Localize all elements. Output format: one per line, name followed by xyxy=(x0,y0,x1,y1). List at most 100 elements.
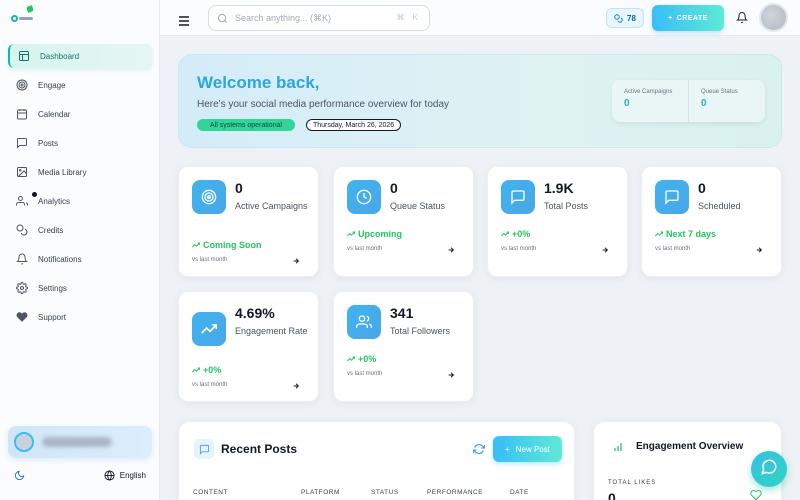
new-post-button[interactable]: + New Post xyxy=(493,436,562,462)
sidebar-item-dashboard[interactable]: Dashboard xyxy=(8,44,152,68)
globe-icon xyxy=(104,470,115,481)
stat-trend: Coming Soon xyxy=(192,240,262,250)
recent-posts-panel: Recent Posts + New Post CONTENT PLATFORM… xyxy=(178,421,575,500)
column-header-date[interactable]: DATE xyxy=(510,489,529,496)
stat-value: 0 xyxy=(698,180,706,196)
sidebar-item-calendar[interactable]: Calendar xyxy=(8,102,152,126)
trending-up-icon xyxy=(655,230,663,238)
arrow-right-icon[interactable] xyxy=(755,241,763,253)
menu-icon[interactable] xyxy=(178,13,190,26)
stat-card-scheduled[interactable]: 0 Scheduled Next 7 days vs last month xyxy=(641,166,782,277)
stat-trend-text: Next 7 days xyxy=(666,229,717,239)
stat-trend: +0% xyxy=(501,229,530,239)
search-input[interactable] xyxy=(235,13,385,23)
chat-bubble-icon xyxy=(760,458,778,481)
stat-card-total-followers[interactable]: 341 Total Followers +0% vs last month xyxy=(333,291,474,402)
mini-stats: Active Campaigns 0 Queue Status 0 xyxy=(612,80,765,122)
stat-compare: vs last month xyxy=(347,371,383,377)
bar-chart-icon xyxy=(612,440,624,452)
arrow-right-icon[interactable] xyxy=(292,377,300,389)
engagement-title: Engagement Overview xyxy=(636,441,744,452)
credits-badge[interactable]: 78 xyxy=(606,8,644,28)
stat-card-engagement-rate[interactable]: 4.69% Engagement Rate +0% vs last month xyxy=(178,291,319,402)
column-header-performance[interactable]: PERFORMANCE xyxy=(427,489,483,496)
sidebar-item-posts[interactable]: Posts xyxy=(8,131,152,155)
arrow-right-icon[interactable] xyxy=(447,366,455,378)
target-icon xyxy=(16,79,28,91)
column-header-content[interactable]: CONTENT xyxy=(193,489,228,496)
stat-trend: +0% xyxy=(347,354,376,364)
bell-icon xyxy=(16,253,28,265)
stat-label: Total Posts xyxy=(544,201,589,211)
trending-up-icon xyxy=(347,355,355,363)
sidebar-item-label: Posts xyxy=(38,138,59,148)
sidebar-item-analytics[interactable]: Analytics xyxy=(8,189,152,213)
sidebar-item-label: Support xyxy=(38,312,67,322)
sidebar-item-credits[interactable]: Credits xyxy=(8,218,152,242)
sidebar-item-support[interactable]: Support xyxy=(8,305,152,329)
coins-icon xyxy=(16,224,28,236)
stat-trend-text: +0% xyxy=(358,354,377,364)
sidebar-nav: Dashboard Engage Calendar Posts Media Li… xyxy=(8,44,152,334)
sidebar-item-settings[interactable]: Settings xyxy=(8,276,152,300)
target-icon xyxy=(192,180,226,214)
stat-card-active-campaigns[interactable]: 0 Active Campaigns Coming Soon vs last m… xyxy=(178,166,319,277)
trending-up-icon xyxy=(347,230,355,238)
sidebar-item-label: Dashboard xyxy=(40,51,80,61)
trending-up-icon xyxy=(192,312,226,346)
notification-dot xyxy=(32,192,37,197)
stat-card-queue-status[interactable]: 0 Queue Status Upcoming vs last month xyxy=(333,166,474,277)
search-shortcut: ⌘ K xyxy=(396,13,421,22)
arrow-right-icon[interactable] xyxy=(292,252,300,264)
stat-compare: vs last month xyxy=(501,246,537,252)
status-badge: All systems operational xyxy=(197,119,295,131)
app-logo[interactable] xyxy=(11,5,37,24)
stat-label: Total Followers xyxy=(390,326,451,336)
chat-button[interactable] xyxy=(751,451,787,487)
create-label: CREATE xyxy=(676,14,708,22)
stat-value: 0 xyxy=(235,180,243,196)
sidebar: Dashboard Engage Calendar Posts Media Li… xyxy=(0,0,160,500)
user-avatar[interactable] xyxy=(759,3,788,32)
sidebar-item-engage[interactable]: Engage xyxy=(8,73,152,97)
arrow-right-icon[interactable] xyxy=(447,241,455,253)
bell-icon[interactable] xyxy=(735,11,749,24)
language-selector[interactable]: English xyxy=(104,470,146,481)
mini-stat-label: Active Campaigns xyxy=(624,89,673,95)
total-likes-value: 0 xyxy=(608,490,616,500)
date-badge: Thursday, March 26, 2026 xyxy=(306,119,402,131)
plus-icon: + xyxy=(505,444,510,454)
search-icon xyxy=(217,13,228,24)
moon-icon[interactable] xyxy=(14,470,25,481)
create-button[interactable]: + CREATE xyxy=(652,5,724,31)
search-box: ⌘ K xyxy=(208,5,430,31)
sidebar-item-media-library[interactable]: Media Library xyxy=(8,160,152,184)
sidebar-item-notifications[interactable]: Notifications xyxy=(8,247,152,271)
sidebar-item-label: Calendar xyxy=(38,109,71,119)
column-header-status[interactable]: STATUS xyxy=(371,489,399,496)
message-square-icon xyxy=(194,439,214,459)
users-icon xyxy=(347,305,381,339)
recent-posts-title: Recent Posts xyxy=(221,442,298,456)
refresh-icon[interactable] xyxy=(472,442,486,455)
message-square-icon xyxy=(501,180,535,214)
stat-label: Active Campaigns xyxy=(235,201,308,211)
stat-label: Engagement Rate xyxy=(235,326,308,336)
message-square-icon xyxy=(655,180,689,214)
stat-label: Scheduled xyxy=(698,201,741,211)
stat-trend: Next 7 days xyxy=(655,229,716,239)
mini-stat-value: 0 xyxy=(624,98,630,109)
welcome-subtitle: Here's your social media performance ove… xyxy=(197,99,450,110)
trending-up-icon xyxy=(192,241,200,249)
column-header-platform[interactable]: PLATFORM xyxy=(301,489,340,496)
stat-value: 1.9K xyxy=(544,180,574,196)
stat-card-total-posts[interactable]: 1.9K Total Posts +0% vs last month xyxy=(487,166,628,277)
sidebar-item-label: Media Library xyxy=(38,167,87,177)
welcome-banner: Welcome back, Here's your social media p… xyxy=(178,54,782,148)
arrow-right-icon[interactable] xyxy=(601,241,609,253)
message-square-icon xyxy=(16,137,28,149)
gear-icon xyxy=(16,282,28,294)
user-profile-card[interactable] xyxy=(8,426,152,458)
plus-icon: + xyxy=(668,14,673,22)
stat-trend: +0% xyxy=(192,365,221,375)
